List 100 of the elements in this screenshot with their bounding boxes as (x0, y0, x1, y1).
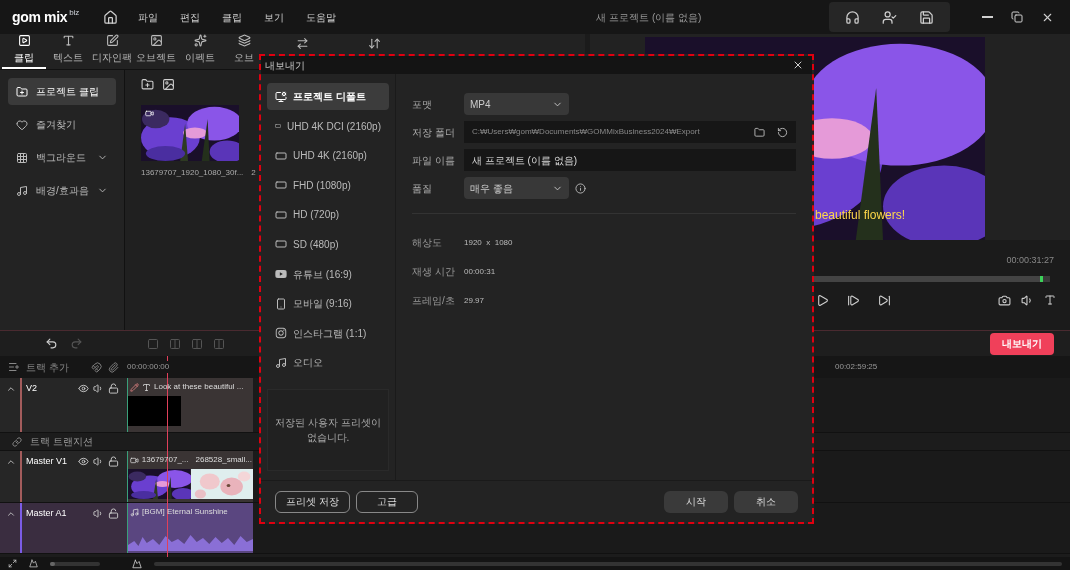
chevron-up-icon (6, 384, 16, 394)
preset-item[interactable]: 오디오 (267, 349, 389, 377)
play-button[interactable] (816, 293, 829, 307)
sidebar-item[interactable]: 즐겨찾기 (8, 111, 116, 138)
restore-icon (1011, 11, 1023, 23)
file-name-field[interactable]: 새 프로젝트 (이름 없음) (464, 149, 796, 171)
outline-button[interactable]: 프리셋 저장 (275, 490, 350, 513)
clip-preview (128, 396, 181, 426)
menu-item[interactable]: 클립 (222, 9, 243, 25)
zoom-slider-fill[interactable] (50, 561, 55, 566)
link-icon (12, 436, 22, 447)
layers-icon (237, 34, 251, 47)
camera-button[interactable] (998, 293, 1011, 307)
step-forward-button[interactable] (847, 293, 860, 307)
field-label: 파일 이름 (412, 153, 456, 168)
info-icon (575, 182, 586, 194)
preset-item[interactable]: 유튜브 (16:9) (267, 260, 389, 288)
app-logo: gom mix (12, 7, 68, 27)
folder-add-icon (141, 78, 154, 91)
save-icon (919, 9, 934, 25)
headset-button[interactable] (845, 9, 860, 25)
select-field[interactable]: 매우 좋음 (464, 177, 569, 199)
skip-forward-icon (878, 293, 891, 307)
music-icon (130, 507, 139, 517)
dialog-button[interactable]: 시작 (664, 490, 728, 513)
headset-icon (845, 9, 860, 25)
preset-item[interactable]: 인스타그램 (1:1) (267, 319, 389, 347)
preset-item[interactable]: SD (480p) (267, 230, 389, 258)
dialog-button[interactable]: 취소 (734, 490, 798, 513)
screen-icon (275, 238, 287, 251)
tool-tab[interactable]: 디자인팩 (90, 34, 134, 69)
menu-item[interactable]: 파일 (138, 9, 159, 25)
preset-item[interactable]: FHD (1080p) (267, 171, 389, 199)
select-field[interactable]: MP4 (464, 93, 569, 115)
columns-icon (191, 337, 203, 350)
heart-icon (16, 118, 28, 131)
instagram-icon (275, 327, 287, 340)
screen-icon (275, 208, 287, 221)
volume-button[interactable] (1021, 293, 1034, 307)
text-button[interactable] (1044, 293, 1056, 307)
empty-message: 저장된 사용자 프리셋이 없습니다. (274, 415, 382, 445)
redo-icon (69, 337, 83, 350)
field-label: 저장 폴더 (412, 125, 456, 140)
camera-icon (998, 293, 1011, 307)
phone-icon (275, 297, 287, 310)
speaker-icon (93, 508, 104, 519)
sidebar-item[interactable]: 백그라운드 (8, 144, 116, 171)
text-icon (142, 382, 151, 392)
menu-item[interactable]: 편집 (180, 9, 201, 25)
skip-forward-button[interactable] (878, 293, 891, 307)
step-forward-icon (847, 293, 860, 307)
ruler-time: 00:02:59:25 (835, 361, 878, 373)
folder-icon (754, 126, 765, 138)
preset-item[interactable]: HD (720p) (267, 201, 389, 229)
grid-icon (16, 151, 28, 164)
text-icon (1044, 294, 1056, 306)
restore-button[interactable] (1011, 10, 1023, 24)
preset-item[interactable]: 프로젝트 디폴트 (267, 83, 389, 110)
add-track-label[interactable]: 트랙 추가 (26, 359, 69, 375)
account-button[interactable] (882, 9, 897, 25)
eye-icon (78, 383, 89, 394)
track-name: Master V1 (26, 455, 67, 468)
menu-item[interactable]: 보기 (264, 9, 285, 25)
preset-item[interactable]: UHD 4K (2160p) (267, 142, 389, 170)
close-button[interactable] (792, 59, 804, 71)
youtube-icon (275, 268, 287, 281)
monitor-gear-icon (275, 90, 287, 103)
undo-icon (44, 337, 58, 350)
preset-item[interactable]: UHD 4K DCI (2160p) (267, 112, 389, 140)
pencil-icon (130, 382, 139, 392)
file-name: 2 (251, 167, 257, 179)
arrows-icon (367, 37, 381, 50)
folder-icon (16, 85, 28, 98)
image-icon (162, 78, 175, 91)
add-track-icon (8, 361, 20, 373)
preset-item[interactable]: 모바일 (9:16) (267, 290, 389, 318)
play-icon (816, 293, 829, 307)
track-name: Master A1 (26, 507, 67, 520)
tool-tab[interactable]: 이펙트 (178, 34, 222, 69)
save-button[interactable] (919, 9, 934, 25)
video-icon (145, 109, 154, 118)
tool-tab[interactable]: 오브 (222, 34, 266, 69)
scroll-bar[interactable] (154, 561, 1062, 566)
info-value: 00:00:31 (464, 265, 496, 278)
menu-item[interactable]: 도움말 (306, 9, 337, 25)
info-label: 해상도 (412, 236, 443, 250)
clip-label: 268528_small... (195, 454, 252, 466)
info-value: 1920 x 1080 (464, 236, 513, 249)
sidebar-item[interactable]: 프로젝트 클립 (8, 78, 116, 105)
sidebar-item[interactable]: 배경/효과음 (8, 177, 116, 204)
home-icon (103, 9, 119, 25)
outline-button[interactable]: 고급 (355, 490, 418, 513)
tool-tab[interactable]: 오브젝트 (134, 34, 178, 69)
tool-tab[interactable]: 텍스트 (46, 34, 90, 69)
music-icon (16, 184, 28, 197)
folder-path-field[interactable]: C:₩Users₩gom₩Documents₩GOMMixBusiness2024₩Export (464, 121, 796, 143)
export-button[interactable]: 내보내기 (990, 332, 1054, 355)
speaker-icon (93, 383, 104, 394)
field-label: 포맷 (412, 97, 433, 112)
field-label: 품질 (412, 181, 433, 196)
